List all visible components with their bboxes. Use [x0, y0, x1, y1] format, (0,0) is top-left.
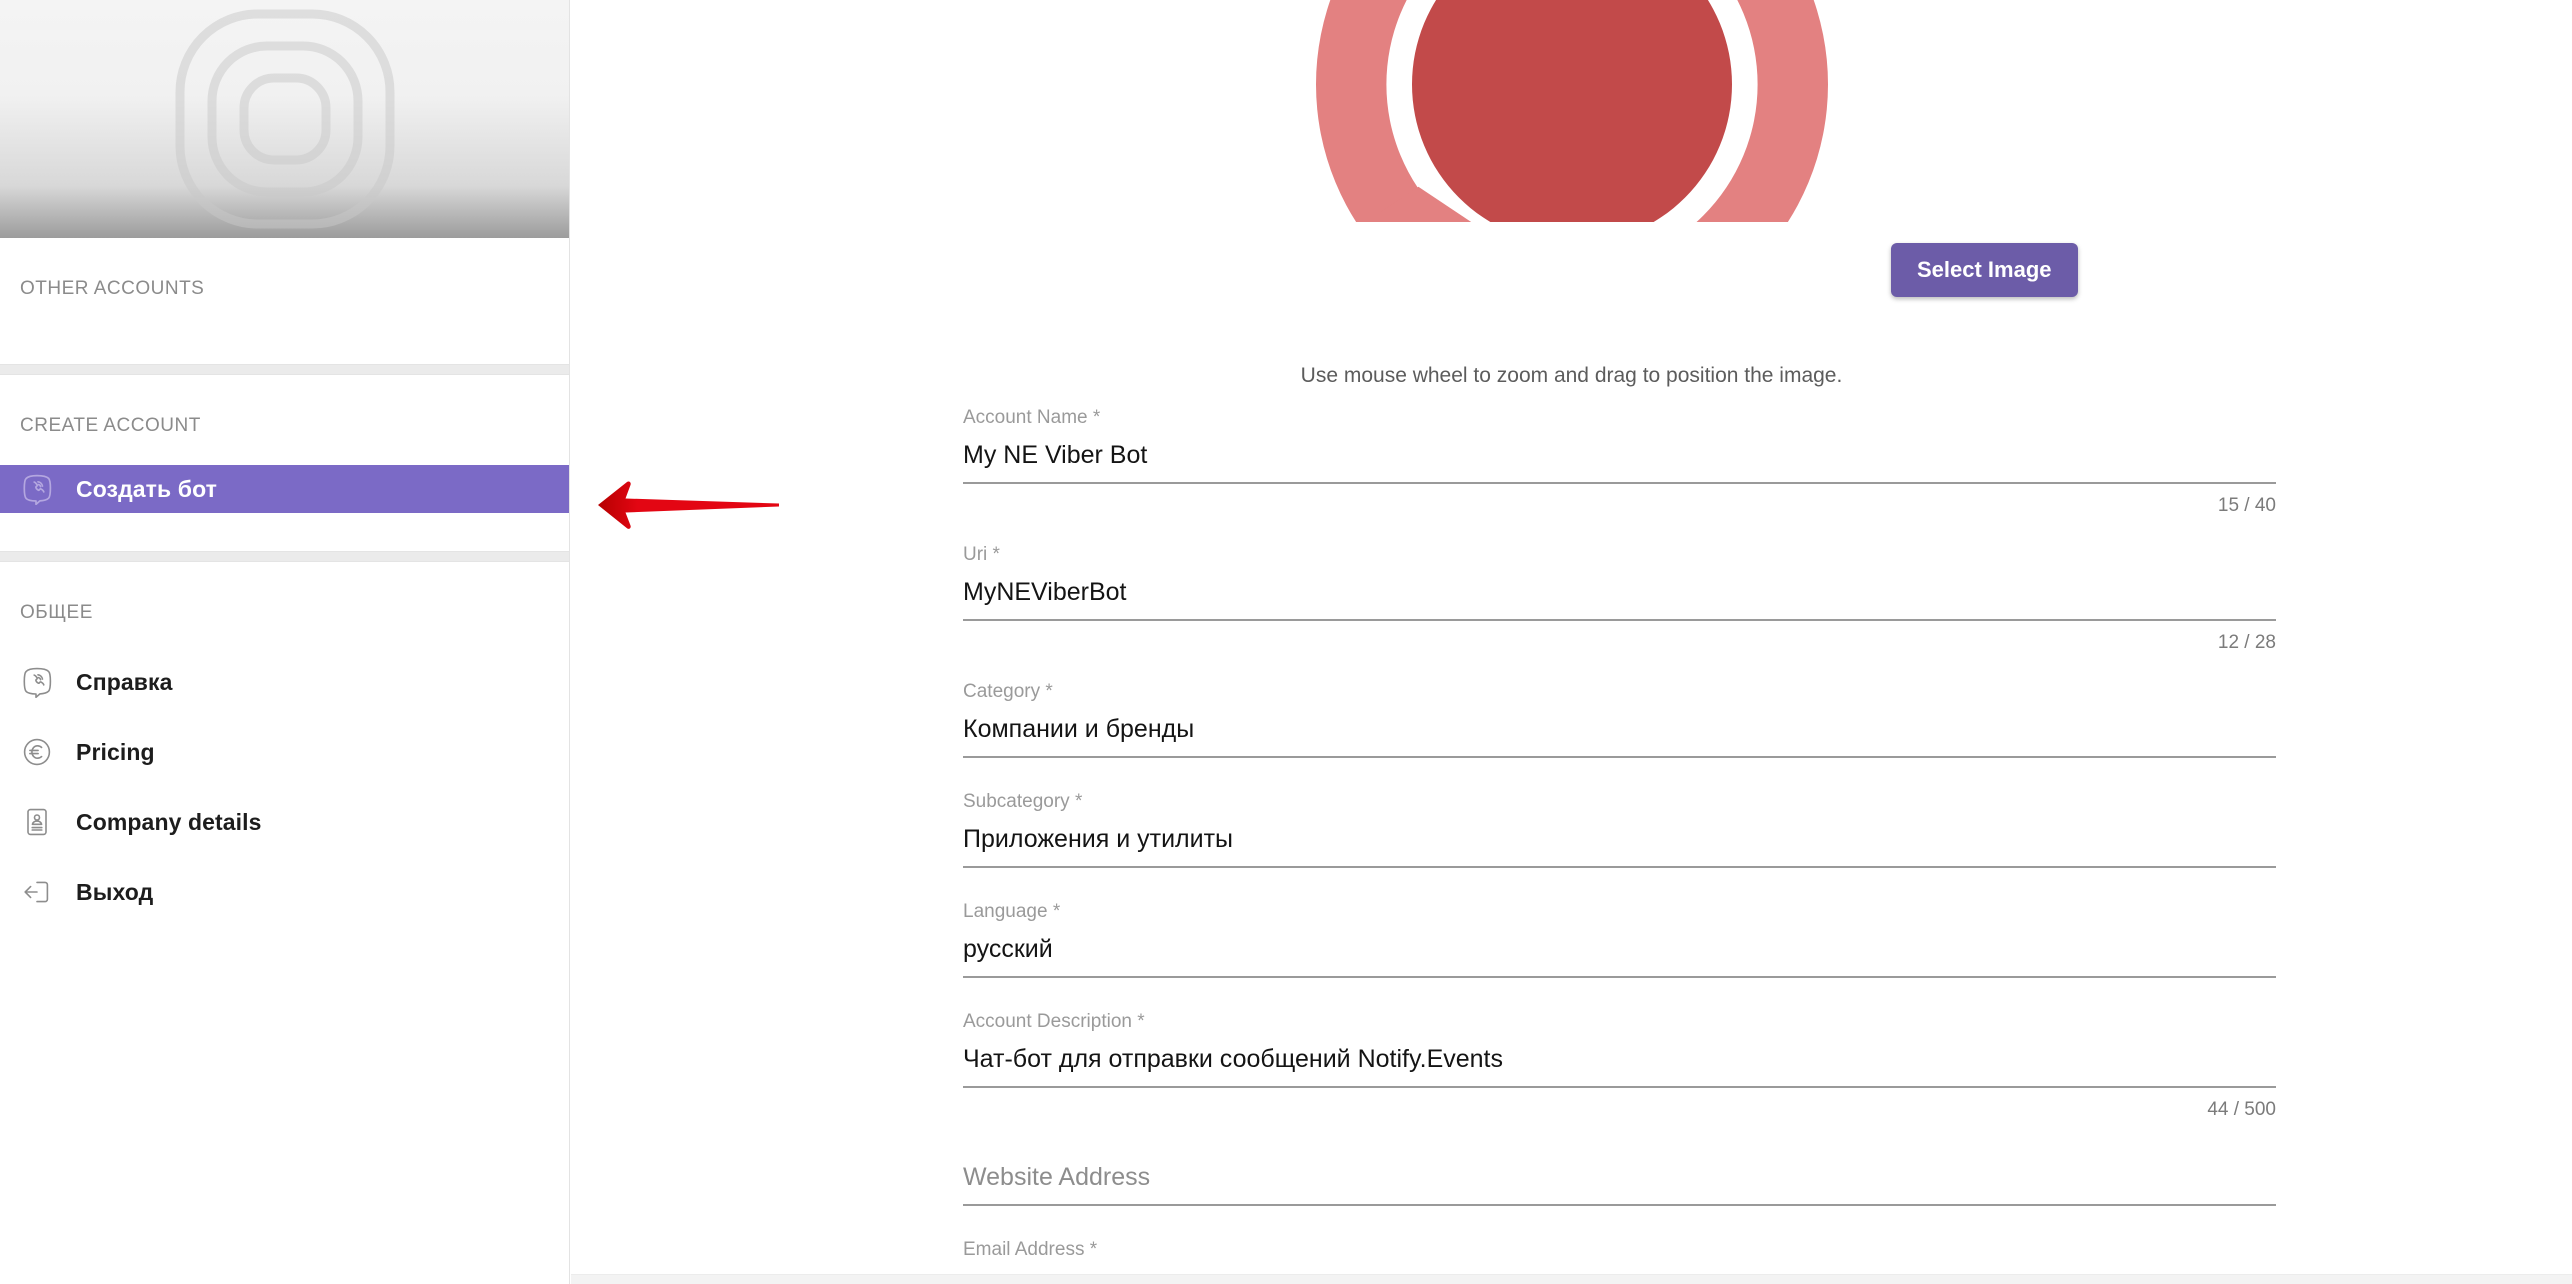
account-avatar-preview[interactable]	[571, 0, 2572, 222]
field-label-language: Language *	[963, 901, 1061, 922]
field-underline-category	[963, 756, 2276, 758]
field-category[interactable]: Category * Компании и бренды	[963, 682, 2276, 758]
euro-circle-icon	[20, 735, 54, 769]
field-label-account-name: Account Name *	[963, 407, 1101, 428]
contact-card-icon	[20, 805, 54, 839]
logout-icon	[20, 875, 54, 909]
field-placeholder-website-address[interactable]: Website Address	[963, 1165, 2276, 1204]
field-label-website-address	[963, 1149, 2276, 1165]
sidebar-item-label-pricing: Pricing	[76, 738, 155, 765]
field-value-account-description[interactable]: Чат-бот для отправки сообщений Notify.Ev…	[963, 1047, 2276, 1086]
field-label-subcategory: Subcategory *	[963, 791, 1083, 812]
field-counter-uri: 12 / 28	[2217, 632, 2276, 653]
field-underline-website-address	[963, 1204, 2276, 1206]
sidebar-item-pricing[interactable]: Pricing	[0, 730, 569, 774]
sidebar-section-label-other-accounts: OTHER ACCOUNTS	[20, 278, 205, 299]
sidebar-hero-banner	[0, 0, 569, 238]
sidebar-item-create-bot[interactable]: Создать бот	[0, 465, 569, 513]
field-value-category[interactable]: Компании и бренды	[963, 717, 2276, 756]
field-underline-subcategory	[963, 866, 2276, 868]
sidebar-item-label-logout: Выход	[76, 878, 154, 905]
create-bot-form: Account Name * My NE Viber Bot 15 / 40 U…	[963, 408, 2276, 1284]
sidebar-divider-2	[0, 551, 569, 562]
sidebar-item-label-help: Справка	[76, 668, 173, 695]
field-website-address[interactable]: Website Address	[963, 1149, 2276, 1206]
sidebar-item-company-details[interactable]: Company details	[0, 800, 569, 844]
field-account-description[interactable]: Account Description * Чат-бот для отправ…	[963, 1012, 2276, 1119]
field-value-account-name[interactable]: My NE Viber Bot	[963, 443, 2276, 482]
field-underline-language	[963, 976, 2276, 978]
field-label-category: Category *	[963, 681, 1053, 702]
bottom-strip	[571, 1274, 2572, 1284]
field-label-account-description: Account Description *	[963, 1011, 1145, 1032]
field-uri[interactable]: Uri * MyNEViberBot 12 / 28	[963, 545, 2276, 652]
main-content: Select Image Use mouse wheel to zoom and…	[571, 0, 2572, 1284]
sidebar-section-other-accounts: OTHER ACCOUNTS	[0, 238, 569, 364]
sidebar-item-help[interactable]: Справка	[0, 660, 569, 704]
field-counter-account-description: 44 / 500	[2207, 1099, 2276, 1120]
app-root: OTHER ACCOUNTS CREATE ACCOUNT Создать бо…	[0, 0, 2572, 1284]
viber-logo-placeholder-icon	[175, 9, 395, 229]
field-value-language[interactable]: русский	[963, 937, 2276, 976]
field-value-subcategory[interactable]: Приложения и утилиты	[963, 827, 2276, 866]
sidebar: OTHER ACCOUNTS CREATE ACCOUNT Создать бо…	[0, 0, 570, 1284]
sidebar-item-label-company-details: Company details	[76, 808, 262, 835]
viber-help-icon	[20, 665, 54, 699]
sidebar-section-label-general: ОБЩЕЕ	[20, 602, 93, 623]
field-label-uri: Uri *	[963, 544, 1000, 565]
select-image-button[interactable]: Select Image	[1891, 243, 2078, 297]
field-subcategory[interactable]: Subcategory * Приложения и утилиты	[963, 792, 2276, 868]
field-label-email-address: Email Address *	[963, 1239, 1098, 1260]
alert-speech-bubble-icon	[1315, 0, 1828, 222]
image-hint-text: Use mouse wheel to zoom and drag to posi…	[1300, 364, 1843, 387]
viber-bot-icon	[20, 472, 54, 506]
field-counter-account-name: 15 / 40	[2217, 495, 2276, 516]
field-account-name[interactable]: Account Name * My NE Viber Bot 15 / 40	[963, 408, 2276, 515]
field-language[interactable]: Language * русский	[963, 902, 2276, 978]
sidebar-item-logout[interactable]: Выход	[0, 870, 569, 914]
sidebar-section-general: ОБЩЕЕ Справка Pricing Company details Вы…	[0, 562, 569, 914]
sidebar-divider-1	[0, 364, 569, 375]
sidebar-section-label-create-account: CREATE ACCOUNT	[20, 415, 201, 436]
sidebar-item-label-create-bot: Создать бот	[76, 475, 218, 502]
sidebar-section-create-account: CREATE ACCOUNT Создать бот	[0, 375, 569, 551]
field-value-uri[interactable]: MyNEViberBot	[963, 580, 2276, 619]
